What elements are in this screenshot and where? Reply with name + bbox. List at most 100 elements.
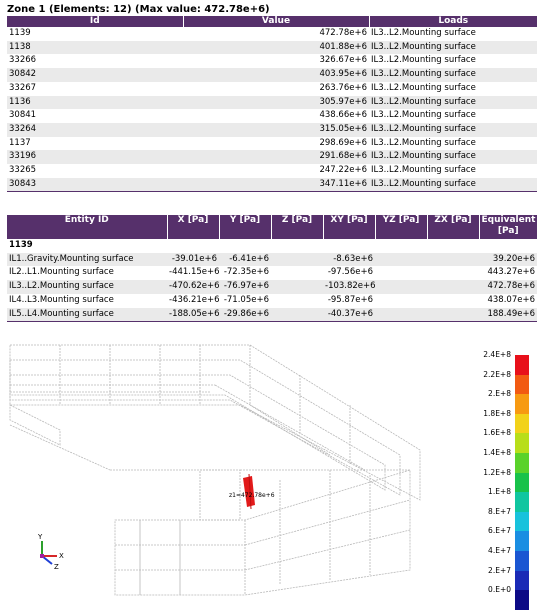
cell-id: 1137 [7,136,183,151]
axis-y-label: Y [37,533,43,541]
column-header-yz[interactable]: YZ [Pa] [375,215,428,239]
element-values-table: Id Value Loads 1139 472.78e+6 IL3..L2.Moun… [7,16,537,193]
legend-color-swatch [515,511,529,532]
table-row[interactable]: 33267 263.76e+6 IL3..L2.Mounting surface [7,81,537,96]
cell-yz [375,252,427,267]
column-header-id[interactable]: Id [7,16,184,27]
cell-equivalent: 443.27e+6 [479,266,537,281]
cell-entity-id: IL3..L2.Mounting surface [7,280,167,294]
table-row[interactable]: IL5..L4.Mounting surface -188.05e+6 -29.86… [7,307,537,323]
table-row[interactable]: IL2..L1.Mounting surface -441.15e+6 -72.35… [7,266,537,281]
table-row[interactable]: 30842 403.95e+6 IL3..L2.Mounting surface [7,68,537,82]
legend-color-swatch [515,472,529,493]
cell-value: 263.76e+6 [183,81,369,96]
cell-zx [427,266,479,281]
cell-id: 30841 [7,109,183,123]
cell-id: 30843 [7,177,183,193]
zone-title: Zone 1 (Elements: 12) (Max value: 472.78… [7,4,270,15]
axis-triad-icon: Y X Z [37,533,64,571]
cell-entity-id: IL2..L1.Mounting surface [7,266,167,281]
cell-value: 247.22e+6 [183,164,369,178]
table-row[interactable]: 1137 298.69e+6 IL3..L2.Mounting surface [7,136,537,151]
table-row[interactable]: 33265 247.22e+6 IL3..L2.Mounting surface [7,164,537,178]
column-header-xy[interactable]: XY [Pa] [323,215,376,239]
table-row[interactable]: IL1..Gravity.Mounting surface -39.01e+6 -6… [7,252,537,267]
cell-entity-id: IL1..Gravity.Mounting surface [7,252,167,267]
cell-id: 30842 [7,68,183,82]
legend-color-swatch [515,492,529,512]
cell-x: -441.15e+6 [167,266,219,281]
legend-tick-label: 1.8E+8 [483,408,511,418]
table-row[interactable]: IL4..L3.Mounting surface -436.21e+6 -71.05… [7,293,537,308]
legend-color-swatch [515,590,529,610]
cell-xy: -40.37e+6 [323,307,375,323]
column-header-value[interactable]: Value [183,16,370,27]
cell-loads: IL3..L2.Mounting surface [369,68,537,82]
legend-tick-label: 1.6E+8 [483,428,511,438]
cell-loads: IL3..L2.Mounting surface [369,81,537,96]
table-row[interactable]: IL3..L2.Mounting surface -470.62e+6 -76.97… [7,280,537,294]
table-row[interactable]: 33196 291.68e+6 IL3..L2.Mounting surface [7,150,537,165]
table-row[interactable]: 1136 305.97e+6 IL3..L2.Mounting surface [7,95,537,110]
cell-id: 33265 [7,164,183,178]
cell-loads: IL3..L2.Mounting surface [369,27,537,41]
cell-id: 33266 [7,54,183,69]
column-header-equivalent[interactable]: Equivalent [Pa] [479,215,537,239]
legend-tick-label: 0.E+0 [488,585,511,595]
model-viewport[interactable]: z1=472.78e+6 Y X Z [0,338,543,601]
legend-tick-label: 4.E+7 [488,546,511,555]
cell-value: 401.88e+6 [183,40,369,55]
cell-y: -72.35e+6 [219,266,271,281]
table-header-row: Entity ID X [Pa] Y [Pa] Z [Pa] XY [Pa] Y… [7,215,537,239]
legend-color-swatch [515,570,529,591]
cell-xy: -97.56e+6 [323,266,375,281]
cell-yz [375,307,427,323]
axis-z-label: Z [54,563,59,571]
cell-value: 326.67e+6 [183,54,369,69]
group-row: 1139 [7,239,537,253]
cell-value: 315.05e+6 [183,122,369,137]
cell-value: 403.95e+6 [183,68,369,82]
column-header-zx[interactable]: ZX [Pa] [427,215,480,239]
cell-id: 33264 [7,122,183,137]
axis-x-label: X [59,552,64,560]
cell-value: 298.69e+6 [183,136,369,151]
cell-equivalent: 472.78e+6 [479,280,537,294]
cell-loads: IL3..L2.Mounting surface [369,177,537,193]
cell-value: 472.78e+6 [183,27,369,41]
cell-z [271,280,323,294]
cell-value: 291.68e+6 [183,150,369,165]
column-header-y[interactable]: Y [Pa] [219,215,272,239]
cell-entity-id: IL4..L3.Mounting surface [7,293,167,308]
cell-id: 1138 [7,40,183,55]
cell-loads: IL3..L2.Mounting surface [369,95,537,110]
column-header-z[interactable]: Z [Pa] [271,215,324,239]
cell-y: -29.86e+6 [219,307,271,323]
cell-loads: IL3..L2.Mounting surface [369,164,537,178]
cell-id: 33267 [7,81,183,96]
cell-zx [427,307,479,323]
cell-value: 347.11e+6 [183,177,369,193]
legend-tick-label: 1.E+8 [488,487,511,497]
cell-x: -470.62e+6 [167,280,219,294]
legend-tick-label: 1.4E+8 [483,448,511,457]
cell-x: -436.21e+6 [167,293,219,308]
column-header-loads[interactable]: Loads [369,16,537,27]
table-row[interactable]: 30841 438.66e+6 IL3..L2.Mounting surface [7,109,537,123]
cell-loads: IL3..L2.Mounting surface [369,40,537,55]
legend-color-swatch [515,413,529,434]
column-header-entity-id[interactable]: Entity ID [7,215,168,239]
column-header-x[interactable]: X [Pa] [167,215,220,239]
cell-xy: -103.82e+6 [323,280,375,294]
table-row[interactable]: 33264 315.05e+6 IL3..L2.Mounting surface [7,122,537,137]
legend-color-swatch [515,374,529,395]
legend-color-swatch [515,394,529,414]
table-row[interactable]: 30843 347.11e+6 IL3..L2.Mounting surface [7,177,537,193]
table-row[interactable]: 1139 472.78e+6 IL3..L2.Mounting surface [7,27,537,41]
cell-value: 438.66e+6 [183,109,369,123]
table-row[interactable]: 33266 326.67e+6 IL3..L2.Mounting surface [7,54,537,69]
table-row[interactable]: 1138 401.88e+6 IL3..L2.Mounting surface [7,40,537,55]
legend-color-swatch [515,551,529,571]
cell-z [271,307,323,323]
cell-equivalent: 188.49e+6 [479,307,537,323]
